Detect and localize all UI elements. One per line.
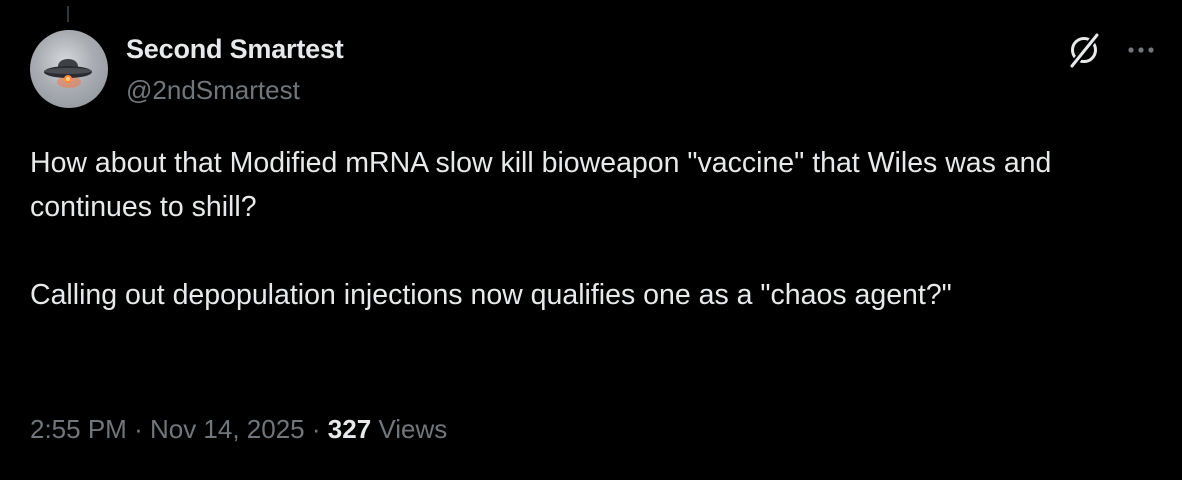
author-name[interactable]: Second Smartest (126, 34, 344, 65)
views-label: Views (378, 414, 448, 444)
meta-separator: · (134, 414, 143, 444)
grok-icon[interactable] (1066, 31, 1104, 69)
tweet-date[interactable]: Nov 14, 2025 (150, 414, 305, 444)
avatar[interactable] (30, 30, 108, 108)
tweet-paragraph: How about that Modified mRNA slow kill b… (30, 147, 1060, 223)
tweet-metadata: 2:55 PM · Nov 14, 2025 · 327 Views (30, 414, 447, 445)
tweet-text: How about that Modified mRNA slow kill b… (30, 141, 1170, 317)
more-options-icon[interactable] (1125, 38, 1157, 62)
ufo-avatar-icon (44, 59, 92, 88)
author-handle[interactable]: @2ndSmartest (126, 75, 300, 106)
views-count: 327 (327, 414, 372, 444)
tweet-time[interactable]: 2:55 PM (30, 414, 127, 444)
tweet-paragraph: Calling out depopulation injections now … (30, 279, 952, 311)
thread-connector-line (67, 6, 69, 22)
meta-separator: · (311, 414, 321, 444)
